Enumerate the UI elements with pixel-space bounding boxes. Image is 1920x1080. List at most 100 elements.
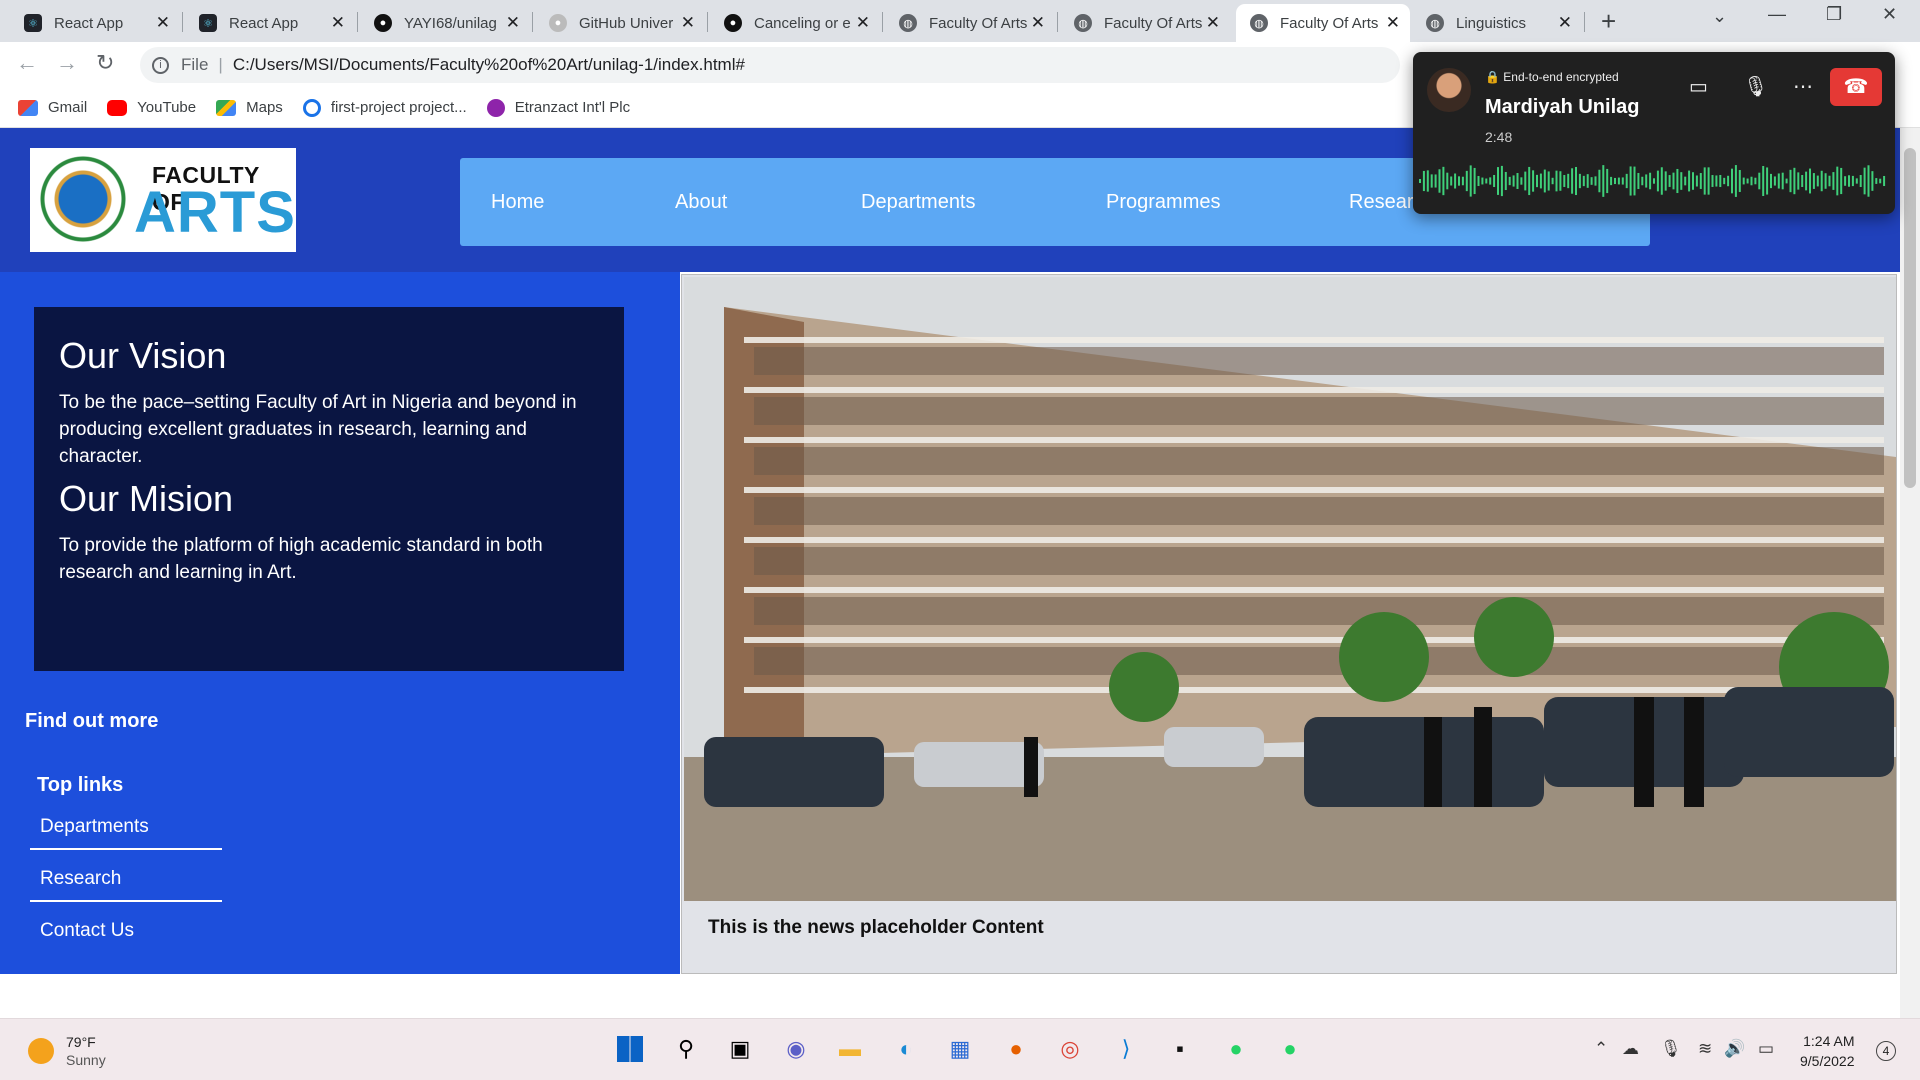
weather-widget[interactable]: 79°F Sunny	[28, 1033, 106, 1069]
tab-search-icon[interactable]: ⌄	[1712, 6, 1727, 27]
bookmark-first-project[interactable]: first-project project...	[302, 98, 467, 117]
browser-tab[interactable]: ◍ Faculty Of Arts ✕	[1060, 4, 1230, 42]
bookmark-maps[interactable]: Maps	[216, 99, 283, 116]
video-camera-icon[interactable]: ▭	[1689, 74, 1708, 99]
link-research[interactable]: Research	[30, 856, 222, 902]
waveform-bar	[1664, 171, 1667, 191]
browser-tab[interactable]: ● YAYI68/unilag ✕	[360, 4, 530, 42]
waveform-bar	[1660, 167, 1663, 195]
wifi-icon[interactable]: ≋	[1698, 1039, 1712, 1059]
notification-badge[interactable]: 4	[1876, 1041, 1896, 1061]
close-tab-icon[interactable]: ✕	[1206, 13, 1220, 33]
waveform-bar	[1820, 170, 1823, 192]
new-tab-button[interactable]: +	[1601, 6, 1616, 37]
waveform-bar	[1610, 176, 1613, 186]
page-scrollbar[interactable]	[1900, 128, 1920, 1018]
bookmark-youtube[interactable]: YouTube	[107, 99, 196, 116]
waveform-bar	[1680, 172, 1683, 190]
file-explorer-icon[interactable]: ▬	[834, 1033, 866, 1065]
waveform-bar	[1645, 174, 1648, 188]
link-contact-us[interactable]: Contact Us	[30, 908, 222, 954]
waveform-bar	[1801, 175, 1804, 187]
browser-tab[interactable]: ⚛ React App ✕	[185, 4, 355, 42]
browser-tab[interactable]: ◍ Faculty Of Arts ✕	[885, 4, 1055, 42]
battery-icon[interactable]: ▭	[1758, 1039, 1774, 1059]
show-hidden-icons-icon[interactable]: ⌃	[1594, 1039, 1608, 1059]
close-tab-icon[interactable]: ✕	[506, 13, 520, 33]
waveform-bar	[1805, 171, 1808, 191]
chat-icon[interactable]: ◉	[780, 1033, 812, 1065]
url-divider: |	[218, 55, 223, 74]
restore-icon[interactable]: ❐	[1826, 4, 1842, 25]
waveform-bar	[1824, 173, 1827, 189]
whatsapp-icon[interactable]: ●	[1274, 1033, 1306, 1065]
end-call-button[interactable]: ☎	[1830, 68, 1882, 106]
volume-icon[interactable]: 🔊	[1724, 1039, 1745, 1059]
nav-about[interactable]: About	[675, 191, 727, 214]
bookmark-gmail[interactable]: Gmail	[18, 99, 87, 116]
url-scheme: File	[181, 55, 209, 74]
more-options-icon[interactable]: ⋯	[1793, 74, 1813, 99]
microphone-tray-icon[interactable]: 🎙	[1660, 1039, 1682, 1059]
address-bar[interactable]: i File | C:/Users/MSI/Documents/Faculty%…	[140, 47, 1400, 83]
terminal-icon[interactable]: ▪	[1164, 1033, 1196, 1065]
waveform-bar	[1668, 175, 1671, 187]
system-clock[interactable]: 1:24 AM 9/5/2022	[1800, 1031, 1855, 1071]
waveform-bar	[1434, 174, 1437, 188]
close-tab-icon[interactable]: ✕	[1031, 13, 1045, 33]
close-tab-icon[interactable]: ✕	[856, 13, 870, 33]
waveform-bar	[1512, 175, 1515, 187]
whatsapp-icon[interactable]: ●	[1220, 1033, 1252, 1065]
browser-tab[interactable]: ⚛ React App ✕	[10, 4, 180, 42]
browser-tab[interactable]: ● Canceling or e ✕	[710, 4, 880, 42]
close-tab-icon[interactable]: ✕	[156, 13, 170, 33]
store-icon[interactable]: ▦	[944, 1033, 976, 1065]
firefox-icon[interactable]: ●	[1000, 1033, 1032, 1065]
logo-text-main: ARTS	[134, 180, 296, 245]
scrollbar-thumb[interactable]	[1904, 148, 1916, 488]
waveform-bar	[1653, 178, 1655, 184]
tab-separator	[882, 12, 883, 32]
task-view-icon[interactable]: ▣	[724, 1033, 756, 1065]
sun-icon	[28, 1038, 54, 1064]
close-tab-icon[interactable]: ✕	[681, 13, 695, 33]
close-window-icon[interactable]: ✕	[1882, 4, 1897, 25]
vscode-icon[interactable]: ⟩	[1110, 1033, 1142, 1065]
waveform-bar	[1672, 172, 1675, 190]
link-departments[interactable]: Departments	[30, 804, 222, 850]
nav-programmes[interactable]: Programmes	[1106, 191, 1220, 214]
nav-home[interactable]: Home	[491, 191, 544, 214]
url-text[interactable]: C:/Users/MSI/Documents/Faculty%20of%20Ar…	[233, 55, 745, 75]
back-arrow-icon[interactable]: ←	[16, 50, 38, 76]
close-tab-icon[interactable]: ✕	[1558, 13, 1572, 33]
waveform-bar	[1738, 170, 1741, 192]
bookmark-etranzact[interactable]: Etranzact Int'l Plc	[486, 98, 630, 117]
browser-tab[interactable]: ● GitHub Univer ✕	[535, 4, 705, 42]
waveform-bar	[1871, 171, 1874, 191]
minimize-icon[interactable]: —	[1768, 4, 1786, 25]
waveform-bar	[1777, 173, 1780, 189]
site-info-icon[interactable]: i	[152, 56, 169, 74]
forward-arrow-icon[interactable]: →	[56, 50, 78, 76]
start-icon[interactable]	[614, 1033, 646, 1065]
find-out-more-heading: Find out more	[25, 710, 159, 732]
faculty-logo[interactable]: FACULTY OF ARTS	[30, 148, 296, 252]
close-tab-icon[interactable]: ✕	[331, 13, 345, 33]
microphone-icon[interactable]: 🎙	[1743, 74, 1768, 99]
browser-tab[interactable]: ◍ Linguistics ✕	[1412, 4, 1582, 42]
browser-tab-active[interactable]: ◍ Faculty Of Arts ✕	[1236, 4, 1410, 42]
nav-departments[interactable]: Departments	[861, 191, 976, 214]
chrome-icon[interactable]: ◎	[1054, 1033, 1086, 1065]
left-panel: Our Vision To be the pace–setting Facult…	[0, 272, 680, 974]
search-icon[interactable]: ⚲	[670, 1033, 702, 1065]
waveform-bar	[1859, 175, 1862, 187]
waveform-bar	[1575, 166, 1577, 196]
close-tab-icon[interactable]: ✕	[1386, 13, 1400, 33]
edge-icon[interactable]: ◐	[890, 1033, 922, 1065]
reload-icon[interactable]: ↻	[96, 50, 114, 76]
waveform-bar	[1633, 166, 1636, 196]
waveform-bar	[1707, 167, 1710, 195]
news-card: This is the news placeholder Content	[681, 274, 1897, 974]
onedrive-icon[interactable]: ☁	[1622, 1039, 1639, 1059]
web-page: FACULTY OF ARTS Home About Departments P…	[0, 128, 1900, 974]
